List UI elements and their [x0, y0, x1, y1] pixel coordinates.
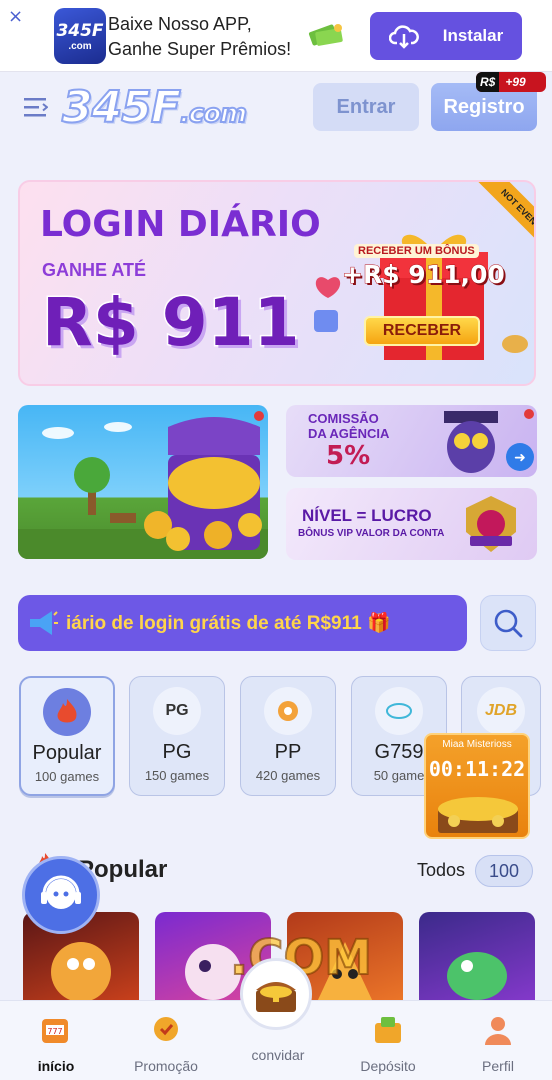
jdb-icon: JDB: [477, 687, 525, 735]
bonus-value: +R$ 911,00: [342, 260, 506, 290]
nav-deposit[interactable]: Depósito: [338, 1013, 438, 1074]
site-logo[interactable]: 345F.com: [61, 81, 248, 134]
vip-crest-icon: [466, 496, 516, 552]
treasure-chest-icon: [256, 982, 296, 1012]
vip-subtitle: BÔNUS VIP VALOR DA CONTA: [298, 528, 445, 539]
badge-currency: R$: [476, 72, 500, 92]
app-promo-line1: Baixe Nosso APP,: [108, 14, 252, 34]
invite-center-button[interactable]: [240, 958, 312, 1030]
nav-label: convidar: [251, 1047, 305, 1063]
mystery-label: Miaa Misterioss: [442, 739, 512, 750]
app-logo-text: 345F: [56, 20, 104, 41]
bonus-caption: RECEBER UM BÔNUS: [354, 244, 479, 258]
badge-value: +99: [505, 75, 526, 89]
category-popular[interactable]: Popular 100 games: [19, 676, 115, 796]
banner-title: LOGIN DIÁRIO: [40, 204, 321, 245]
category-count: 420 games: [255, 768, 321, 783]
app-logo: 345F .com: [54, 8, 106, 64]
category-pg[interactable]: PG PG 150 games: [129, 676, 225, 796]
logo-main: 345F: [61, 81, 182, 134]
flame-icon: [43, 688, 91, 736]
category-pp[interactable]: PP 420 games: [240, 676, 336, 796]
notification-dot: [254, 411, 264, 421]
search-icon: [494, 609, 523, 638]
agency-line2: DA AGÊNCIA: [308, 426, 390, 441]
register-bonus-badge: R$ +99: [476, 72, 546, 92]
banner-amount: R$ 911: [41, 283, 301, 363]
view-all-label[interactable]: Todos: [417, 860, 465, 881]
notification-dot: [524, 409, 534, 419]
coin-icon: [502, 335, 528, 353]
category-name: PG: [162, 741, 192, 763]
nav-home[interactable]: 777 início: [6, 1013, 106, 1074]
support-chat-button[interactable]: [22, 856, 100, 934]
category-count: 100 games: [34, 769, 100, 784]
cloud-download-icon: [388, 25, 419, 49]
category-count: 150 games: [144, 768, 210, 783]
wallet-icon: [375, 1017, 401, 1043]
announcement-marquee[interactable]: iário de login grátis de até R$911 🎁: [18, 595, 467, 651]
claim-bonus-button[interactable]: RECEBER: [364, 316, 480, 346]
install-label: Instalar: [442, 26, 504, 45]
svg-text:777: 777: [47, 1027, 62, 1036]
view-all-count[interactable]: 100: [475, 855, 533, 887]
nav-label: Promoção: [134, 1058, 198, 1074]
nav-label: início: [37, 1058, 75, 1074]
menu-icon[interactable]: [24, 96, 48, 118]
vip-title: NÍVEL = LUCRO: [302, 506, 432, 525]
nav-label: Depósito: [360, 1058, 416, 1074]
search-button[interactable]: [480, 595, 536, 651]
nav-label: Perfil: [482, 1058, 514, 1074]
marquee-text: iário de login grátis de até R$911 🎁: [66, 613, 391, 634]
login-button[interactable]: Entrar: [313, 83, 419, 131]
agency-title: COMISSÃO DA AGÊNCIA: [308, 411, 389, 441]
app-install-banner: × 345F .com Baixe Nosso APP, Ganhe Super…: [0, 0, 552, 72]
pp-icon: [264, 687, 312, 735]
mystery-box-timer[interactable]: Miaa Misterioss 00:11:22: [424, 733, 530, 839]
daily-login-banner[interactable]: LOGIN DIÁRIO GANHE ATÉ R$ 911 RECEBER UM…: [18, 180, 536, 386]
headset-icon: [41, 875, 81, 909]
g759-icon: [375, 687, 423, 735]
user-icon: [485, 1017, 511, 1045]
slot-machine-icon: 777: [42, 1019, 68, 1043]
category-name: Popular: [32, 742, 102, 764]
money-icon: [308, 24, 343, 46]
agency-percent: 5%: [326, 441, 371, 471]
close-icon[interactable]: ×: [8, 6, 23, 27]
site-header: 345F.com Entrar Registro R$ +99: [0, 72, 552, 146]
game-tile[interactable]: [419, 912, 535, 1012]
mystery-timer: 00:11:22: [428, 757, 526, 781]
gold-pile-icon: [438, 797, 518, 833]
treasure-chest-image: [18, 417, 268, 559]
treasure-chest-card[interactable]: [18, 405, 268, 559]
nav-invite[interactable]: convidar: [228, 1047, 328, 1063]
app-promo-text: Baixe Nosso APP, Ganhe Super Prêmios!: [108, 12, 291, 62]
install-button[interactable]: Instalar: [370, 12, 522, 60]
megaphone-icon: [18, 595, 66, 651]
nav-profile[interactable]: Perfil: [448, 1013, 548, 1074]
app-logo-sub: .com: [68, 40, 92, 52]
game-thumbnail: [447, 952, 507, 1000]
logo-suffix: .com: [179, 98, 248, 130]
app-promo-line2: Ganhe Super Prêmios!: [108, 39, 292, 59]
pg-icon: PG: [153, 687, 201, 735]
nav-promotion[interactable]: Promoção: [116, 1013, 216, 1074]
category-name: PP: [274, 741, 302, 763]
owl-mascot-icon: [444, 411, 498, 473]
thumbs-up-icon: [314, 277, 341, 332]
share-icon[interactable]: ➜: [506, 443, 534, 471]
vip-level-card[interactable]: NÍVEL = LUCRO BÔNUS VIP VALOR DA CONTA: [286, 488, 537, 560]
medal-icon: [154, 1017, 178, 1041]
agency-commission-card[interactable]: COMISSÃO DA AGÊNCIA 5% ➜: [286, 405, 537, 477]
banner-subtitle: GANHE ATÉ: [42, 260, 147, 280]
agency-line1: COMISSÃO: [308, 411, 379, 426]
